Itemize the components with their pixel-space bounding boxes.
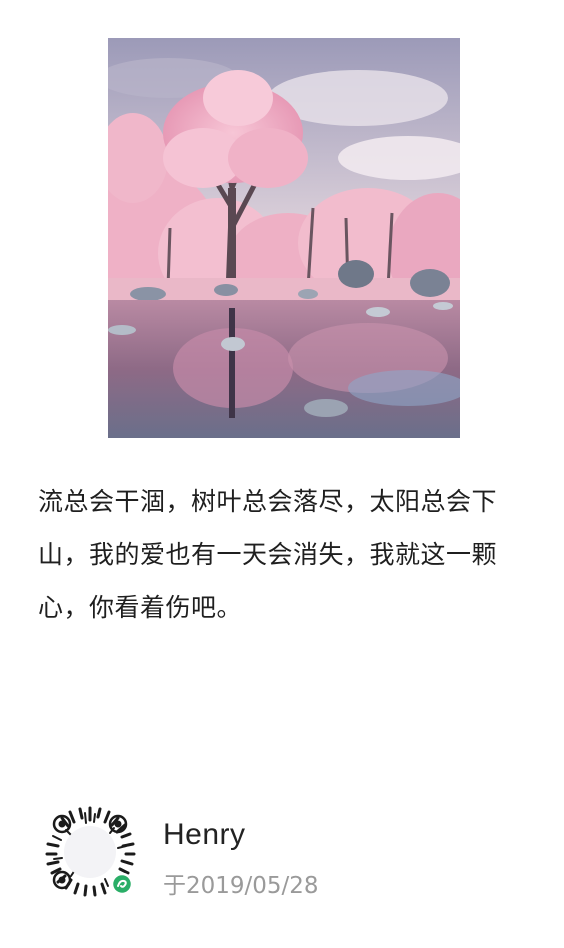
post-photo[interactable] <box>108 38 460 438</box>
miniprogram-qr-code-icon[interactable] <box>38 800 142 904</box>
pink-trees-lake-image <box>108 38 460 438</box>
author-name: Henry <box>163 818 246 851</box>
author-footer: Henry 于2019/05/28 <box>38 800 528 910</box>
post-quote-text: 流总会干涸，树叶总会落尽，太阳总会下山，我的爱也有一天会消失，我就这一颗心，你看… <box>38 487 498 622</box>
post-date: 于2019/05/28 <box>163 873 319 899</box>
share-card: 流总会干涸，树叶总会落尽，太阳总会下山，我的爱也有一天会消失，我就这一颗心，你看… <box>0 0 564 948</box>
